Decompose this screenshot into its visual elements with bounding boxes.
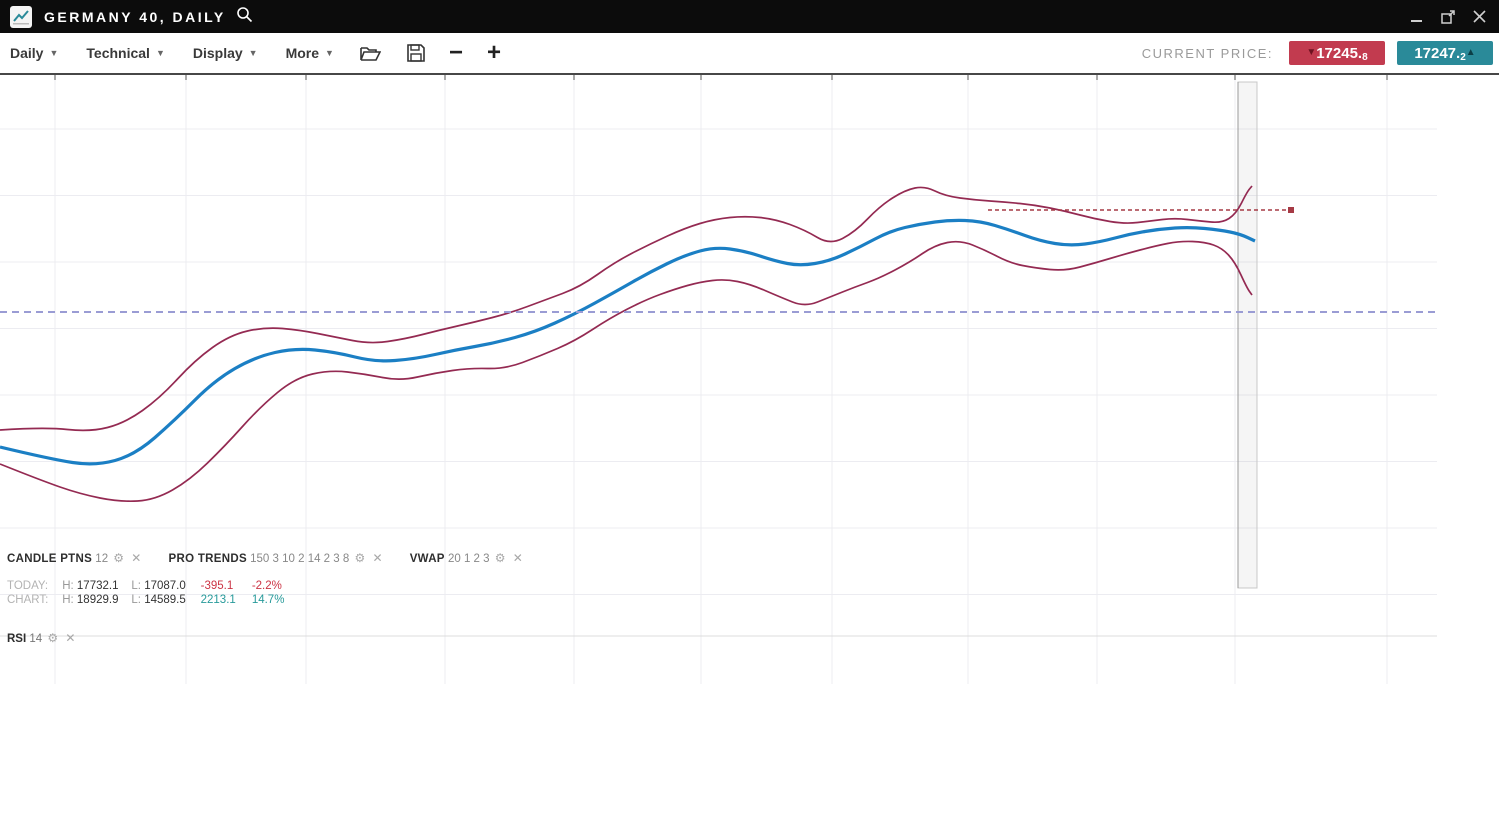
close-icon[interactable]: ✕ [65, 631, 75, 645]
menu-more[interactable]: More▼ [286, 45, 334, 61]
menu-display[interactable]: Display▼ [193, 45, 258, 61]
gear-icon[interactable]: ⚙ [113, 551, 124, 565]
legend-pro-trends: PRO TRENDS 150 3 10 2 14 2 3 8 ⚙ ✕ [169, 553, 388, 565]
grid [0, 75, 1437, 684]
indicator-legend: CANDLE PTNS 12 ⚙ ✕ PRO TRENDS 150 3 10 2… [7, 551, 547, 565]
app-logo-icon [10, 6, 32, 28]
current-price-label: CURRENT PRICE: [1142, 46, 1273, 61]
toolbar: Daily▼ Technical▼ Display▼ More▼ − + CUR… [0, 33, 1499, 75]
moving-average-line [0, 220, 1255, 463]
chart-canvas[interactable] [0, 75, 1499, 825]
zoom-out-button[interactable]: − [449, 41, 463, 65]
chevron-down-icon: ▼ [249, 48, 258, 58]
search-icon[interactable] [236, 6, 253, 28]
gear-icon[interactable]: ⚙ [495, 551, 506, 565]
open-folder-icon[interactable] [360, 45, 381, 62]
title-bar: GERMANY 40, DAILY [0, 0, 1499, 33]
menu-daily[interactable]: Daily▼ [10, 45, 58, 61]
chart-stats-row: CHART: H: 18929.9 L: 14589.5 2213.1 14.7… [7, 594, 300, 606]
legend-candle-patterns: CANDLE PTNS 12 ⚙ ✕ [7, 553, 147, 565]
gear-icon[interactable]: ⚙ [47, 631, 58, 645]
rsi-legend: RSI 14 ⚙ ✕ [7, 631, 77, 645]
close-button[interactable] [1472, 9, 1487, 24]
close-icon[interactable]: ✕ [513, 551, 523, 565]
chart-change: 2213.1 [201, 594, 249, 606]
trading-app-window: GERMANY 40, DAILY Daily▼ Technical▼ Disp… [0, 0, 1499, 825]
today-percent: -2.2% [252, 580, 300, 592]
bid-price-badge: ▼ 17245.8 [1289, 41, 1385, 65]
legend-vwap: VWAP 20 1 2 3 ⚙ ✕ [410, 553, 525, 565]
ask-price-badge: 17247.2 ▲ [1397, 41, 1493, 65]
save-icon[interactable] [407, 44, 425, 62]
chart-percent: 14.7% [252, 594, 300, 606]
chevron-down-icon: ▼ [325, 48, 334, 58]
level-lines [0, 207, 1437, 312]
popout-button[interactable] [1440, 9, 1456, 25]
bollinger-bands [0, 186, 1255, 501]
menu-technical[interactable]: Technical▼ [86, 45, 164, 61]
gear-icon[interactable]: ⚙ [354, 551, 365, 565]
today-stats-row: TODAY: H: 17732.1 L: 17087.0 -395.1 -2.2… [7, 580, 300, 592]
chevron-down-icon: ▼ [156, 48, 165, 58]
chevron-down-icon: ▼ [49, 48, 58, 58]
zoom-in-button[interactable]: + [487, 41, 501, 65]
arrow-up-icon: ▲ [1466, 48, 1476, 58]
close-icon[interactable]: ✕ [131, 551, 141, 565]
minimize-button[interactable] [1410, 10, 1424, 24]
close-icon[interactable]: ✕ [372, 551, 382, 565]
arrow-down-icon: ▼ [1306, 48, 1316, 58]
session-highlight-band [1238, 82, 1257, 588]
today-change: -395.1 [201, 580, 249, 592]
instrument-title: GERMANY 40, DAILY [44, 9, 226, 25]
